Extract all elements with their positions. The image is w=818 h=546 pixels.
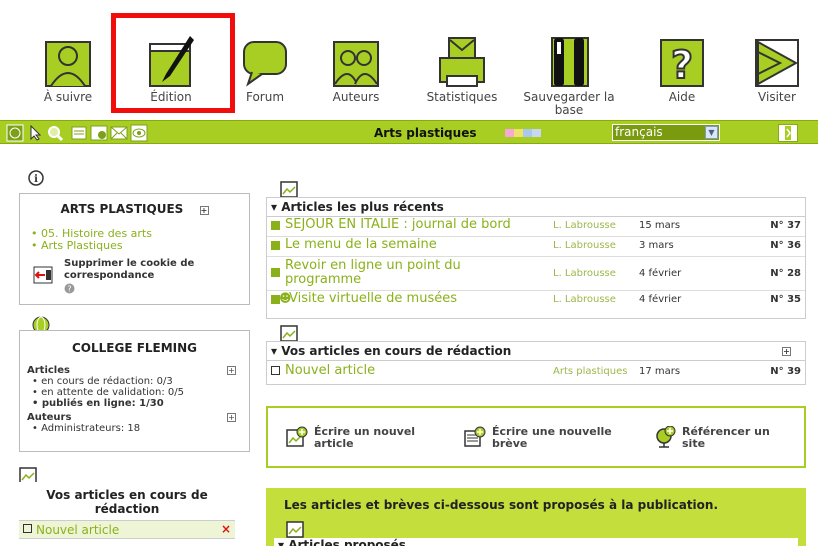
svg-text:?: ? [671,43,693,87]
speech-bubble-icon [243,41,287,87]
table-row[interactable]: ☻ Visite virtuelle de musées L. Labrouss… [267,291,805,311]
nav-label: Sauvegarder la base [523,90,615,117]
box-title: Vos articles en cours de rédaction [46,488,208,516]
section-toolbar: Arts plastiques français ▼ [0,120,818,144]
nav-label: Statistiques [426,90,498,104]
panel-title[interactable]: ▾ Articles les plus récents [267,198,805,217]
expand-icon[interactable] [778,124,798,142]
box-title: ARTS PLASTIQUES + [60,202,209,216]
cursor-icon[interactable] [26,124,44,142]
expand-plus-icon[interactable]: + [227,413,236,422]
delete-cookie-link[interactable]: Supprimer le cookie de correspondance ? [20,258,249,294]
list-item[interactable]: • Arts Plastiques [31,240,249,252]
expand-plus-icon[interactable]: + [227,366,236,375]
table-row[interactable]: Le menu de la semaine L. Labrousse 3 mar… [267,237,805,257]
chevron-down-icon[interactable]: ▼ [705,126,718,139]
nav-label: Auteurs [332,90,380,104]
new-site-icon [656,426,676,448]
nav-label: Forum [245,90,285,104]
list-item: • en attente de validation: 0/5 [32,387,185,398]
list-item: • en cours de rédaction: 0/3 [32,376,173,387]
arrow-visit-icon [755,39,799,87]
nav-visiter[interactable]: Visiter [738,34,816,104]
cookie-delete-icon [33,266,53,284]
status-square [271,241,280,250]
swatch-yellow[interactable] [514,129,523,137]
nav-label: À suivre [43,90,93,104]
nav-a-suivre[interactable]: À suivre [29,34,107,104]
globe-icon[interactable] [6,124,24,142]
user-icon [45,41,91,87]
status-square [271,268,280,277]
nav-forum[interactable]: Forum [226,34,304,104]
status-square [271,221,280,230]
drafts-panel: ▾ Vos articles en cours de rédaction + N… [266,341,806,385]
panel-title[interactable]: ▾ Vos articles en cours de rédaction + [267,342,805,361]
svg-text:i: i [34,174,38,185]
swatch-lightblue[interactable] [532,129,541,137]
articles-label: Articles [27,365,70,376]
mail-icon[interactable] [110,124,128,142]
document-icon [280,181,298,198]
help-icon[interactable]: ? [64,283,75,294]
users-icon [333,41,379,87]
new-article-icon [286,426,308,447]
document-icon [280,325,298,342]
nav-aide[interactable]: ? Aide [643,34,721,104]
section-info-box: ARTS PLASTIQUES + • 05. Histoire des art… [19,193,250,305]
panel-title[interactable]: ▾ Articles proposés [274,538,798,546]
quick-actions: Écrire un nouvel article Écrire une nouv… [266,406,806,468]
new-breve-icon [464,426,486,447]
proposed-text: Les articles et brèves ci-dessous sont p… [284,498,719,512]
calendar-icon[interactable] [90,124,108,142]
list-item: • Administrateurs: 18 [32,423,141,434]
language-select[interactable]: français ▼ [612,124,720,141]
table-row[interactable]: Nouvel article Arts plastiques 17 mars N… [267,361,805,383]
swatch-blue[interactable] [523,129,532,137]
expand-plus-icon[interactable]: + [782,347,791,356]
expand-plus-icon[interactable]: + [199,206,209,215]
nav-auteurs[interactable]: Auteurs [317,34,395,104]
swatch-pink[interactable] [505,129,514,137]
nav-label: Visiter [758,90,796,104]
box-title: COLLEGE FLEMING [71,341,198,355]
zoom-icon[interactable] [46,124,64,142]
document-icon [286,521,304,538]
table-row[interactable]: SEJOUR EN ITALIE : journal de bord L. La… [267,217,805,237]
color-swatches[interactable] [505,129,541,137]
recent-articles-panel: ▾ Articles les plus récents SEJOUR EN IT… [266,197,806,319]
list-item[interactable]: Nouvel article × [19,520,235,539]
highlight-box [111,13,235,113]
printer-stats-icon [439,37,485,87]
svg-text:?: ? [67,285,71,294]
document-icon[interactable] [70,124,88,142]
language-value: français [615,125,663,139]
nav-label: Aide [668,90,696,104]
nav-statistiques[interactable]: Statistiques [423,34,501,104]
document-icon [19,467,37,484]
info-icon: i [28,170,44,186]
drafts-box: Vos articles en cours de rédaction Nouve… [19,482,235,546]
section-title: Arts plastiques [374,126,477,140]
checkbox[interactable] [23,524,32,533]
close-icon[interactable]: × [221,522,231,536]
tools-icon [551,37,589,87]
authors-label: Auteurs [27,412,72,423]
nav-sauvegarder[interactable]: Sauvegarder la base [515,34,623,117]
proposed-section: Les articles et brèves ci-dessous sont p… [266,488,806,546]
list-item: • publiés en ligne: 1/30 [32,398,164,409]
table-row[interactable]: Revoir en ligne un point du programme L.… [267,257,805,291]
eye-icon[interactable] [130,124,148,142]
main-navigation: À suivre Édition Forum Auteurs Statistiq… [0,0,818,118]
checkbox[interactable] [271,366,280,375]
question-icon: ? [660,39,704,88]
site-stats-box: COLLEGE FLEMING Articles + • en cours de… [19,330,250,452]
